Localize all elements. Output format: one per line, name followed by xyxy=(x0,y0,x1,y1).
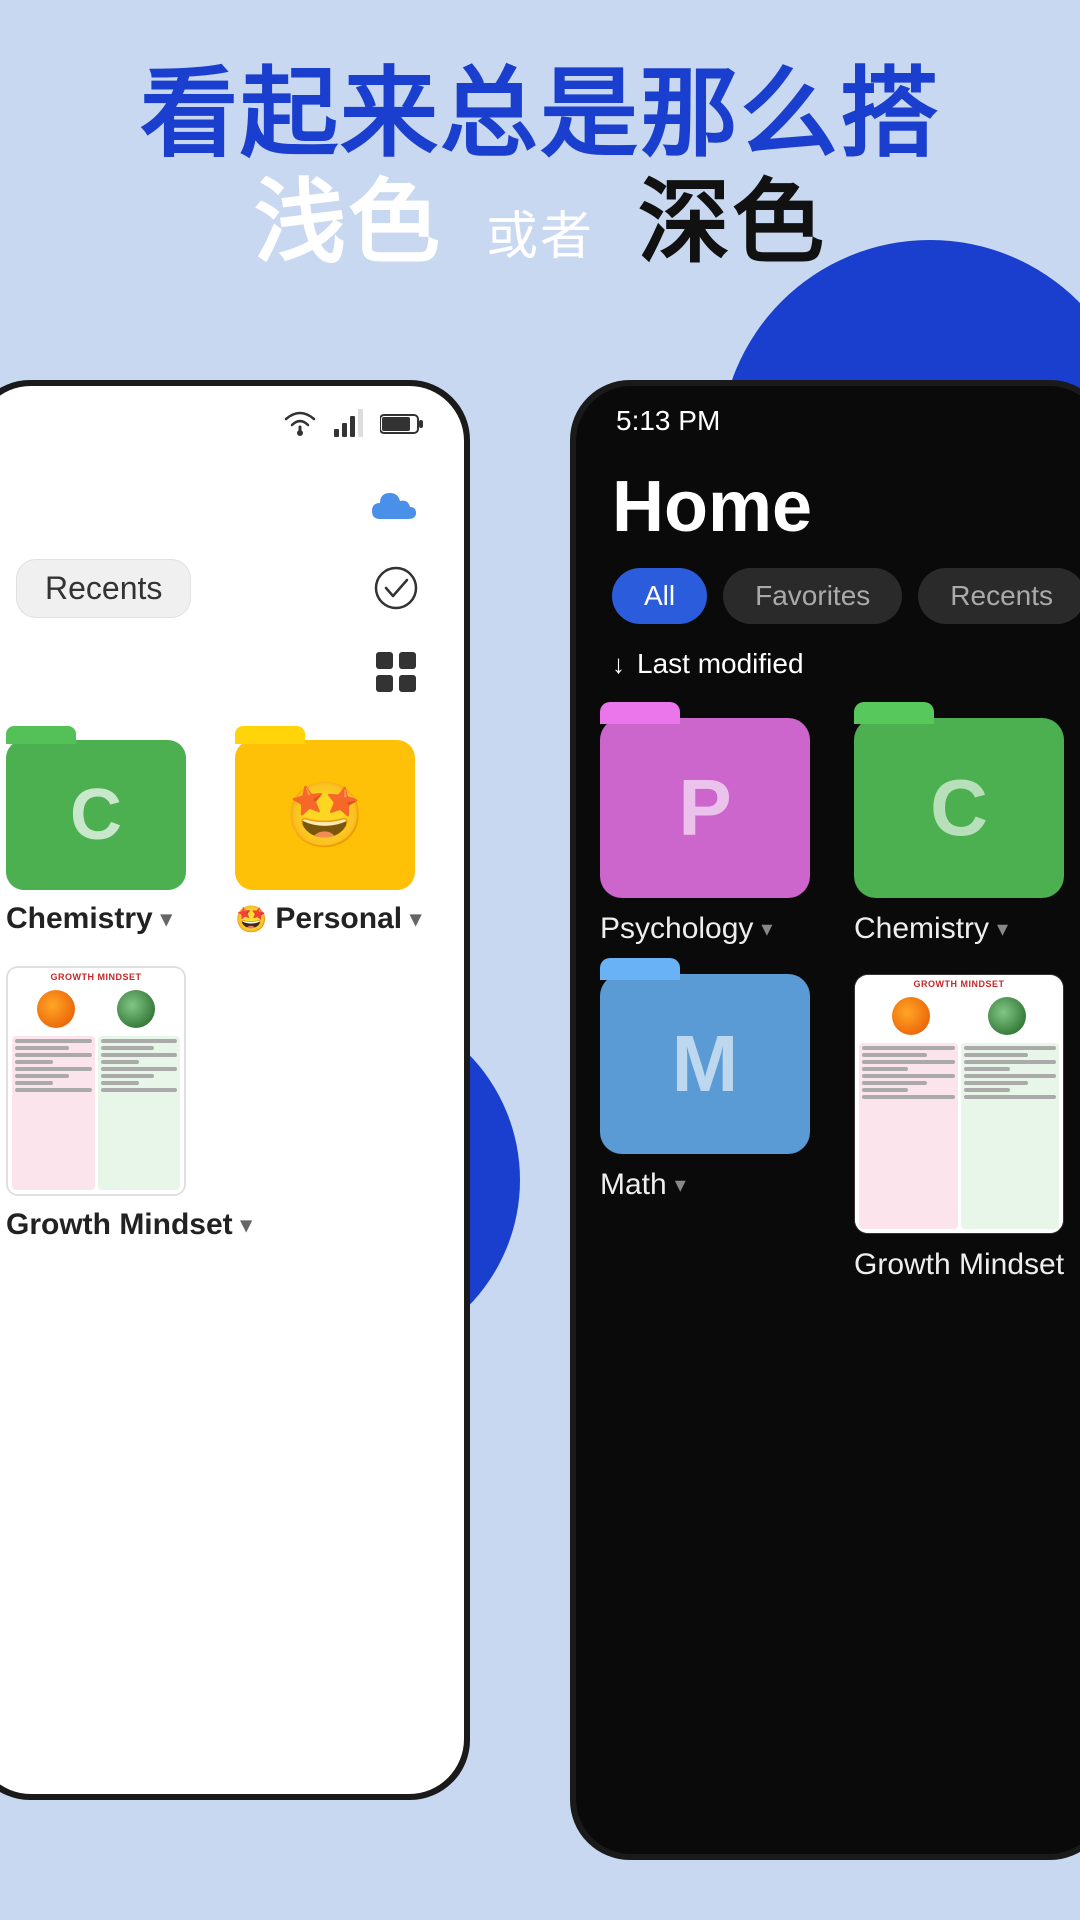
brain-green-icon-2 xyxy=(988,997,1026,1035)
chevron-down-icon-2: ▾ xyxy=(410,906,421,932)
chemistry-folder-right[interactable]: C Chemistry ▾ xyxy=(854,718,1080,946)
cloud-icon[interactable] xyxy=(368,476,424,532)
growth-mindset-doc-right[interactable]: GROWTH MINDSET xyxy=(854,974,1080,1282)
tab-favorites[interactable]: Favorites xyxy=(723,568,902,624)
grid-icon[interactable] xyxy=(368,644,424,700)
light-text: 浅色 xyxy=(254,172,442,274)
phone-left: Recents xyxy=(0,380,470,1800)
sort-row[interactable]: ↓ Last modified xyxy=(576,648,1080,708)
brain-orange-icon-2 xyxy=(892,997,930,1035)
time-display: 5:13 PM xyxy=(616,405,720,437)
psychology-folder-label: Psychology ▾ xyxy=(600,912,772,946)
math-folder[interactable]: M Math ▾ xyxy=(600,974,826,1282)
growth-mindset-thumbnail-left: GROWTH MINDSET xyxy=(6,966,186,1196)
growth-mindset-label-left: Growth Mindset ▾ xyxy=(6,1208,252,1242)
math-folder-icon: M xyxy=(600,974,810,1154)
headline-line1: 看起来总是那么搭 xyxy=(0,60,1080,168)
tab-all[interactable]: All xyxy=(612,568,707,624)
home-title: Home xyxy=(576,456,1080,568)
toolbar-left: Recents xyxy=(0,466,464,720)
growth-mindset-thumbnail-right: GROWTH MINDSET xyxy=(854,974,1064,1234)
psychology-folder[interactable]: P Psychology ▾ xyxy=(600,718,826,946)
phones-area: Recents xyxy=(0,380,1080,1920)
personal-folder-icon-left: 🤩 xyxy=(235,740,415,890)
chemistry-folder-left[interactable]: C Chemistry ▾ xyxy=(6,740,205,936)
checkmark-icon[interactable] xyxy=(368,560,424,616)
headline-line2: 浅色 或者 深色 xyxy=(0,168,1080,278)
chevron-down-icon-6: ▾ xyxy=(675,1172,686,1198)
psychology-folder-icon: P xyxy=(600,718,810,898)
personal-folder-label-left: 🤩 Personal ▾ xyxy=(235,902,421,936)
dark-folder-grid: P Psychology ▾ C Chemistry ▾ M xyxy=(576,708,1080,1292)
personal-folder-left[interactable]: 🤩 🤩 Personal ▾ xyxy=(235,740,434,936)
phone-right-screen: 5:13 PM Home All Favorites Recents ↓ Las… xyxy=(576,386,1080,1854)
growth-mindset-doc-left[interactable]: GROWTH MINDSET xyxy=(6,966,434,1242)
toolbar-right-icons xyxy=(368,476,424,700)
sort-down-arrow-icon: ↓ xyxy=(612,649,625,680)
chevron-down-icon-3: ▾ xyxy=(241,1212,252,1238)
battery-icon xyxy=(380,411,424,442)
chemistry-folder-label-left: Chemistry ▾ xyxy=(6,902,172,936)
brain-green-icon xyxy=(117,990,155,1028)
growth-mindset-section-left: GROWTH MINDSET xyxy=(0,936,464,1242)
left-folder-grid: C Chemistry ▾ 🤩 🤩 Personal ▾ xyxy=(0,720,464,936)
chemistry-folder-icon-right: C xyxy=(854,718,1064,898)
headline-area: 看起来总是那么搭 浅色 或者 深色 xyxy=(0,60,1080,278)
growth-mindset-label-right: Growth Mindset xyxy=(854,1248,1064,1282)
phone-right: 5:13 PM Home All Favorites Recents ↓ Las… xyxy=(570,380,1080,1860)
tab-recents[interactable]: Recents xyxy=(918,568,1080,624)
chemistry-folder-icon-left: C xyxy=(6,740,186,890)
brain-orange-icon xyxy=(37,990,75,1028)
recents-button[interactable]: Recents xyxy=(16,559,191,618)
status-icons-left xyxy=(282,409,424,444)
chevron-down-icon: ▾ xyxy=(161,906,172,932)
chemistry-folder-label-right: Chemistry ▾ xyxy=(854,912,1008,946)
dark-text: 深色 xyxy=(638,172,826,274)
signal-icon xyxy=(334,409,364,444)
math-folder-label: Math ▾ xyxy=(600,1168,686,1202)
status-bar-left xyxy=(0,386,464,466)
chevron-down-icon-5: ▾ xyxy=(997,916,1008,942)
connector-text: 或者 xyxy=(470,208,611,266)
filter-tabs: All Favorites Recents xyxy=(576,568,1080,648)
wifi-icon xyxy=(282,409,318,444)
sort-label: Last modified xyxy=(637,648,804,680)
status-bar-right: 5:13 PM xyxy=(576,386,1080,456)
chevron-down-icon-4: ▾ xyxy=(761,916,772,942)
phone-left-screen: Recents xyxy=(0,386,464,1794)
